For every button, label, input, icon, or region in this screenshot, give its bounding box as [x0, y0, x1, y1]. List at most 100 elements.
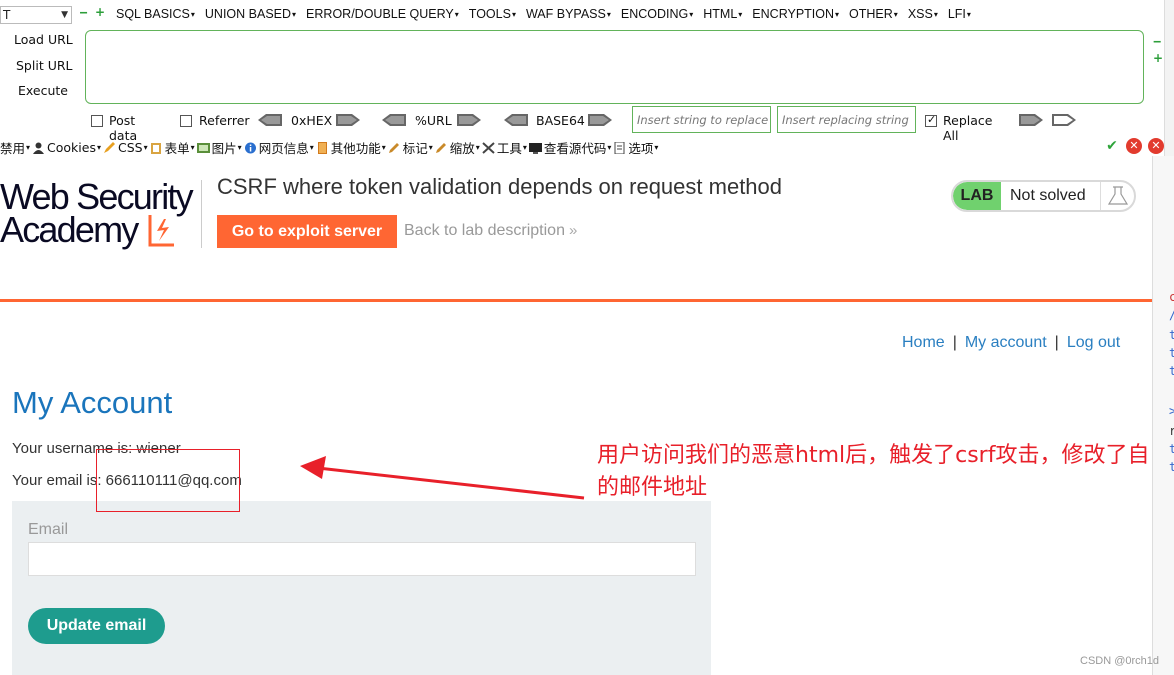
menu-html[interactable]: HTML [703, 7, 742, 21]
menu-encryption[interactable]: ENCRYPTION [752, 7, 839, 21]
toolbar-misc-label: 其他功能 [330, 141, 381, 156]
clipboard-icon [150, 142, 161, 154]
replace-string-input[interactable]: Insert string to replace [632, 106, 771, 133]
devtools-fragment: t [1169, 442, 1174, 456]
back-to-lab-description-link[interactable]: Back to lab description» [404, 222, 577, 240]
update-email-form: Email Update email [12, 501, 711, 675]
lab-badge: LAB [953, 182, 1001, 210]
devtools-fragment: t [1169, 346, 1174, 360]
devtools-fragment: t [1169, 460, 1174, 474]
hex-decode-arrow-icon[interactable] [258, 114, 282, 126]
toolbar-misc[interactable]: 其他功能 [316, 138, 386, 157]
minus-icon[interactable]: ‒ [79, 6, 88, 18]
menu-waf-bypass[interactable]: WAF BYPASS [526, 7, 611, 21]
top-nav: Home | My account | Log out [902, 334, 1120, 352]
url-decode-arrow-icon[interactable] [382, 114, 406, 126]
email-input[interactable] [28, 542, 696, 576]
go-to-exploit-server-button[interactable]: Go to exploit server [217, 215, 397, 248]
nav-separator: | [1054, 334, 1059, 351]
header-divider [201, 180, 202, 248]
execute-button[interactable]: Execute [18, 83, 68, 98]
double-chevron-right-icon: » [568, 222, 578, 239]
tools-icon [482, 141, 495, 154]
toolbar-tools[interactable]: 工具 [482, 138, 527, 157]
referrer-checkbox[interactable] [180, 115, 192, 127]
menu-lfi[interactable]: LFI [948, 7, 971, 21]
minus-icon[interactable]: ‒ [1153, 34, 1161, 48]
hackbar-version-select[interactable]: T ▼ [0, 6, 72, 24]
devtools-edge: c / t t t > r t t [1152, 156, 1174, 675]
menu-union-based[interactable]: UNION BASED [205, 7, 296, 21]
devtools-fragment: t [1169, 364, 1174, 378]
flask-icon [1100, 182, 1134, 210]
toolbar-outline-label: 标记 [402, 141, 428, 156]
menu-sql-basics[interactable]: SQL BASICS [116, 7, 195, 21]
devtools-fragment: r [1169, 424, 1174, 438]
hex-label: 0xHEX [291, 113, 333, 128]
book-icon [317, 141, 327, 154]
devtools-fragment: t [1169, 328, 1174, 342]
update-email-button[interactable]: Update email [28, 608, 165, 644]
nav-my-account-link[interactable]: My account [965, 334, 1047, 351]
base64-label: BASE64 [536, 113, 585, 128]
toolbar-forms[interactable]: 表单 [150, 138, 195, 157]
url-encode-arrow-icon[interactable] [457, 114, 481, 126]
nav-logout-link[interactable]: Log out [1067, 334, 1120, 351]
toolbar-forms-label: 表单 [164, 141, 190, 156]
document-icon [614, 141, 625, 154]
image-icon [196, 142, 210, 153]
person-icon [33, 142, 45, 154]
replacing-string-input[interactable]: Insert replacing string [777, 106, 916, 133]
devtools-fragment: c [1169, 290, 1174, 304]
devtools-fragment: / [1169, 308, 1174, 322]
toolbar-disable-label: 禁用 [0, 141, 26, 156]
url-textarea[interactable] [85, 30, 1144, 104]
url-label: %URL [415, 113, 452, 128]
side-panel-edge [1164, 0, 1174, 156]
chevron-down-icon: ▼ [61, 10, 68, 20]
menu-error-double-query[interactable]: ERROR/DOUBLE QUERY [306, 7, 459, 21]
plus-icon[interactable]: + [95, 6, 105, 18]
replace-all-checkbox[interactable] [925, 113, 937, 127]
toolbar-view-source[interactable]: 查看源代码 [528, 138, 612, 157]
toolbar-outline[interactable]: 标记 [388, 138, 433, 157]
menu-other[interactable]: OTHER [849, 7, 898, 21]
lab-header: Web Security Academy CSRF where token va… [0, 158, 1152, 302]
replace-reverse-arrow-icon[interactable] [1052, 114, 1076, 126]
split-url-button[interactable]: Split URL [16, 58, 73, 73]
nav-home-link[interactable]: Home [902, 334, 945, 351]
lab-status-text: Not solved [1010, 187, 1086, 204]
hackbar-version-value: T [3, 8, 11, 22]
toolbar-tools-label: 工具 [496, 141, 522, 156]
load-url-button[interactable]: Load URL [14, 32, 73, 47]
toolbar-cookies[interactable]: Cookies [32, 138, 101, 157]
referrer-label: Referrer [199, 113, 250, 128]
plus-icon[interactable]: + [1153, 51, 1163, 65]
menu-encoding[interactable]: ENCODING [621, 7, 693, 21]
menu-tools[interactable]: TOOLS [469, 7, 516, 21]
replace-arrow-icon[interactable] [1019, 114, 1043, 126]
lab-status-widget: LAB Not solved [951, 180, 1136, 212]
csdn-watermark: CSDN @0rch1d [1080, 655, 1160, 667]
close-icon[interactable]: ✕ [1126, 138, 1142, 154]
toolbar-page-info[interactable]: 网页信息 [244, 138, 314, 157]
close-icon[interactable]: ✕ [1148, 138, 1164, 154]
toolbar-images[interactable]: 图片 [196, 138, 242, 157]
toolbar-view-source-label: 查看源代码 [543, 141, 607, 156]
toolbar-options[interactable]: 选项 [613, 138, 658, 157]
check-icon[interactable]: ✔ [1104, 138, 1120, 154]
base64-encode-arrow-icon[interactable] [588, 114, 612, 126]
page-title: My Account [12, 385, 173, 420]
post-data-checkbox[interactable] [91, 115, 103, 127]
base64-decode-arrow-icon[interactable] [504, 114, 528, 126]
toolbar-css[interactable]: CSS [103, 138, 148, 157]
hackbar-menu: SQL BASICS UNION BASED ERROR/DOUBLE QUER… [116, 7, 971, 21]
toolbar-disable[interactable]: 禁用 [0, 138, 30, 157]
pencil-icon [435, 142, 446, 153]
menu-xss[interactable]: XSS [908, 7, 938, 21]
toolbar-resize-label: 缩放 [449, 141, 475, 156]
lightning-icon [148, 215, 174, 247]
hex-encode-arrow-icon[interactable] [336, 114, 360, 126]
annotation-text: 用户访问我们的恶意html后，触发了csrf攻击，修改了自己的邮件地址 [597, 443, 1172, 500]
toolbar-resize[interactable]: 缩放 [435, 138, 480, 157]
